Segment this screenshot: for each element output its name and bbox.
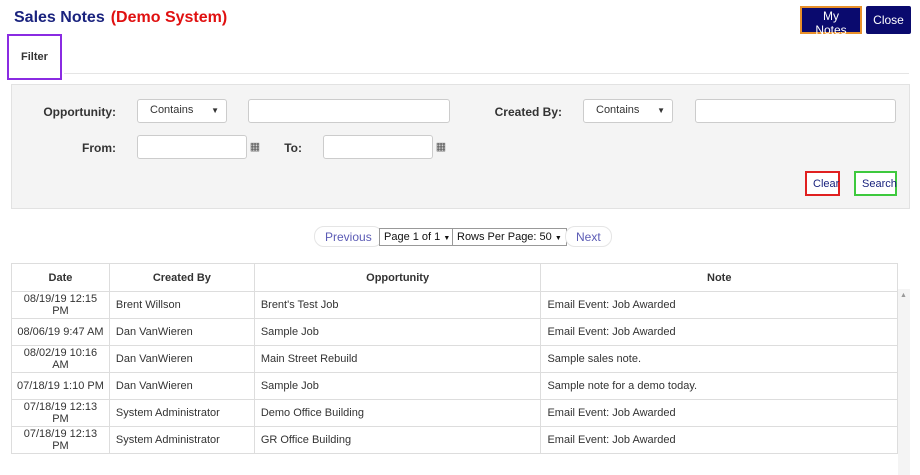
cell-created-by: Dan VanWieren — [108, 318, 255, 346]
table-row[interactable]: 07/18/19 1:10 PM Dan VanWieren Sample Jo… — [11, 372, 898, 400]
cell-opportunity: Sample Job — [253, 372, 542, 400]
table-row[interactable]: 08/06/19 9:47 AM Dan VanWieren Sample Jo… — [11, 318, 898, 346]
tab-filter[interactable]: Filter — [7, 34, 62, 80]
cell-date: 08/19/19 12:15 PM — [11, 291, 110, 319]
tab-divider — [64, 73, 909, 74]
cell-created-by: Dan VanWieren — [108, 372, 255, 400]
table-header-row: Date Created By Opportunity Note — [11, 263, 898, 292]
cell-opportunity: Brent's Test Job — [253, 291, 542, 319]
cell-note: Email Event: Job Awarded — [540, 318, 898, 346]
table-scrollbar[interactable] — [898, 289, 910, 475]
opportunity-input[interactable] — [248, 99, 450, 123]
to-date-input[interactable] — [323, 135, 433, 159]
cell-note: Sample note for a demo today. — [540, 372, 898, 400]
rows-per-page-value: Rows Per Page: 50 — [457, 231, 552, 243]
my-notes-button[interactable]: My Notes — [800, 6, 862, 37]
close-button[interactable]: Close — [866, 6, 911, 34]
cell-created-by: Dan VanWieren — [108, 345, 255, 373]
cell-date: 08/02/19 10:16 AM — [11, 345, 110, 373]
rows-per-page-select[interactable]: Rows Per Page: 50 ▼ — [452, 228, 567, 246]
created-by-mode-value: Contains — [596, 104, 640, 116]
cell-date: 07/18/19 1:10 PM — [11, 372, 110, 400]
caret-down-icon: ▼ — [554, 235, 562, 242]
search-button[interactable]: Search — [854, 171, 897, 196]
cell-created-by: Brent Willson — [108, 291, 255, 319]
page-title: Sales Notes (Demo System) — [14, 9, 227, 27]
scroll-up-arrow-icon[interactable]: ▲ — [900, 292, 907, 299]
column-header-opportunity[interactable]: Opportunity — [253, 263, 542, 292]
cell-opportunity: Sample Job — [253, 318, 542, 346]
from-label: From: — [82, 141, 116, 155]
created-by-input[interactable] — [695, 99, 896, 123]
cell-opportunity: GR Office Building — [253, 426, 542, 454]
caret-down-icon: ▼ — [657, 106, 665, 115]
cell-note: Email Event: Job Awarded — [540, 291, 898, 319]
opportunity-label: Opportunity: — [43, 105, 116, 119]
from-date-input[interactable] — [137, 135, 247, 159]
created-by-label: Created By: — [494, 105, 562, 119]
cell-note: Email Event: Job Awarded — [540, 399, 898, 427]
to-label: To: — [284, 141, 302, 155]
cell-date: 07/18/19 12:13 PM — [11, 399, 110, 427]
cell-created-by: System Administrator — [108, 426, 255, 454]
caret-down-icon: ▼ — [443, 235, 451, 242]
column-header-date[interactable]: Date — [11, 263, 110, 292]
cell-note: Sample sales note. — [540, 345, 898, 373]
caret-down-icon: ▼ — [211, 106, 219, 115]
calendar-icon[interactable]: ▦ — [431, 135, 451, 159]
cell-date: 08/06/19 9:47 AM — [11, 318, 110, 346]
opportunity-mode-value: Contains — [150, 104, 194, 116]
created-by-mode-select[interactable]: Contains ▼ — [583, 99, 673, 123]
table-row[interactable]: 08/02/19 10:16 AM Dan VanWieren Main Str… — [11, 345, 898, 373]
next-page-button[interactable]: Next — [565, 226, 612, 247]
page-select-value: Page 1 of 1 — [384, 231, 441, 243]
sales-notes-table: Date Created By Opportunity Note 08/19/1… — [11, 263, 898, 454]
cell-opportunity: Main Street Rebuild — [253, 345, 542, 373]
table-row[interactable]: 08/19/19 12:15 PM Brent Willson Brent's … — [11, 291, 898, 319]
column-header-note[interactable]: Note — [540, 263, 898, 292]
opportunity-mode-select[interactable]: Contains ▼ — [137, 99, 227, 123]
column-header-created-by[interactable]: Created By — [108, 263, 255, 292]
cell-date: 07/18/19 12:13 PM — [11, 426, 110, 454]
previous-page-button[interactable]: Previous — [314, 226, 383, 247]
clear-button[interactable]: Clear — [805, 171, 840, 196]
page-title-text: Sales Notes — [14, 9, 105, 26]
cell-opportunity: Demo Office Building — [253, 399, 542, 427]
page-select[interactable]: Page 1 of 1 ▼ — [379, 228, 456, 246]
table-row[interactable]: 07/18/19 12:13 PM System Administrator D… — [11, 399, 898, 427]
cell-created-by: System Administrator — [108, 399, 255, 427]
demo-system-label: (Demo System) — [110, 9, 228, 26]
calendar-icon[interactable]: ▦ — [245, 135, 265, 159]
table-row[interactable]: 07/18/19 12:13 PM System Administrator G… — [11, 426, 898, 454]
cell-note: Email Event: Job Awarded — [540, 426, 898, 454]
tab-filter-label: Filter — [21, 51, 48, 63]
